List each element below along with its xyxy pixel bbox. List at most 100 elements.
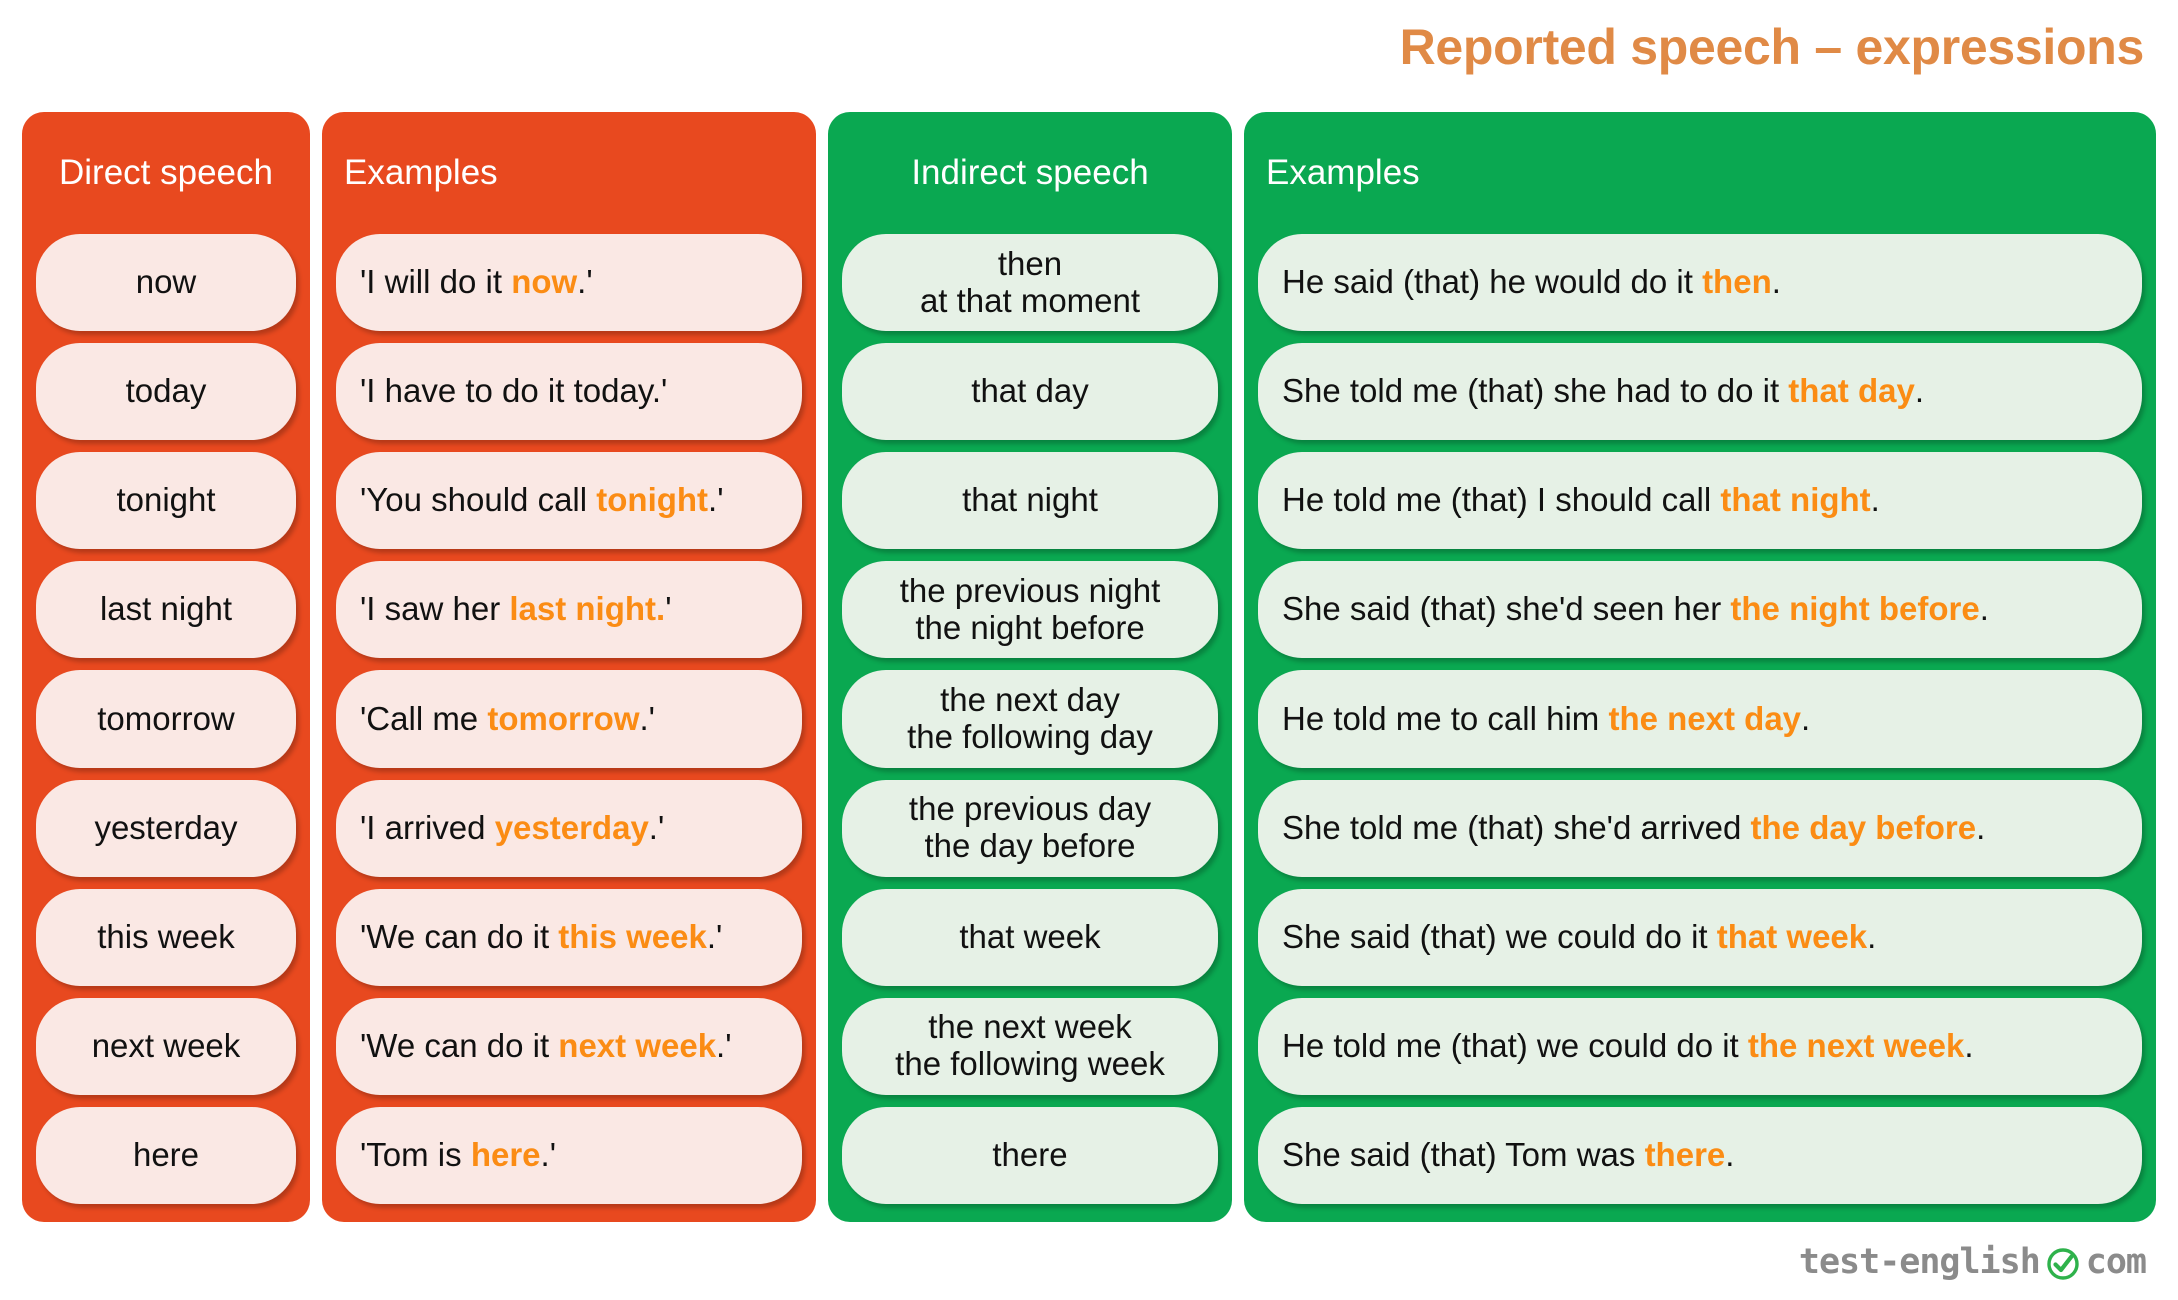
indirect-speech-cell: the next day the following day [842,670,1218,768]
cell-text: the previous day the day before [842,790,1218,865]
cell-line: the following day [907,717,1153,755]
highlighted-expression: there [1644,1135,1726,1173]
direct-speech-cell: this week [36,888,296,986]
plain-text: . [1801,699,1811,737]
cell-text: He told me (that) I should call that nig… [1282,481,2142,519]
indirect-example-cell: He said (that) he would do it then. [1258,234,2142,332]
direct-speech-cell: now [36,234,296,332]
plain-text: . [1964,1026,1974,1064]
logo-text-right: com [2085,1242,2147,1282]
cell-text: He told me to call him the next day. [1282,699,2142,738]
indirect-example-cell: He told me to call him the next day. [1258,670,2142,768]
cell-line: the next week [928,1008,1132,1046]
highlighted-expression: next week [558,1026,717,1064]
plain-text: She told me (that) she had to do it [1282,372,1789,410]
cell-text: tonight [36,481,296,519]
cell-text: there [842,1135,1218,1174]
plain-text: He said (that) he would do it [1282,263,1703,301]
direct-example-cell: 'I arrived yesterday.' [336,779,802,877]
site-logo[interactable]: test-english com [1798,1242,2147,1282]
plain-text: She told me (that) she'd arrived [1282,808,1751,846]
cell-line: the next day [940,681,1120,719]
plain-text: . [1870,481,1880,519]
plain-text: He told me to call him [1282,699,1609,737]
indirect-example-cell: She said (that) we could do it that week… [1258,888,2142,986]
plain-text: . [1867,917,1877,955]
cell-text: here [36,1135,296,1174]
direct-example-cell: 'Tom is here.' [336,1106,802,1204]
cell-text: that night [842,481,1218,519]
indirect-speech-cell: the next week the following week [842,997,1218,1095]
plain-text: . [1914,372,1924,410]
cell-text: 'I arrived yesterday.' [360,808,802,847]
highlighted-expression: the night before [1730,590,1980,628]
indirect-speech-cell: the previous day the day before [842,779,1218,877]
plain-text: 'We can do it [360,917,559,955]
plain-text: .' [716,1026,732,1064]
plain-text: He told me (that) we could do it [1282,1026,1748,1064]
indirect-speech-cell: then at that moment [842,234,1218,332]
indirect-example-cell: He told me (that) I should call that nig… [1258,452,2142,550]
highlighted-expression: then [1702,263,1772,301]
highlighted-expression: this week [558,917,707,955]
direct-speech-panel: Direct speech now today tonight last night t… [22,112,310,1222]
plain-text: 'I will do it [360,263,512,301]
cell-text: He told me (that) we could do it the nex… [1282,1026,2142,1065]
cell-line: at that moment [919,281,1141,319]
cell-line: this week [97,917,235,955]
cell-text: 'Call me tomorrow.' [360,699,802,738]
cell-line: that night [962,481,1098,519]
indirect-speech-cell: there [842,1106,1218,1204]
direct-examples-panel: Examples 'I will do it now.' 'I have to d… [322,112,816,1222]
direct-speech-cell: today [36,343,296,441]
indirect-speech-cell: that week [842,888,1218,986]
cell-line: the previous day [908,790,1152,828]
direct-speech-cell: tomorrow [36,670,296,768]
cell-text: the next week the following week [842,1008,1218,1083]
indirect-examples-header: Examples [1266,153,1420,192]
direct-example-cell: 'I have to do it today.' [336,343,802,441]
cell-line: tonight [116,481,216,519]
cell-text: 'You should call tonight.' [360,481,802,519]
logo-text-left: test-english [1798,1242,2041,1282]
cell-text: the next day the following day [842,681,1218,756]
infographic-page: Reported speech – expressions Direct spe… [0,0,2178,1300]
direct-example-cell: 'I saw her last night.' [336,561,802,659]
cell-text: 'I saw her last night.' [360,590,802,628]
cell-line: next week [91,1026,241,1064]
plain-text: .' [648,808,665,846]
cell-text: the previous night the night before [842,572,1218,647]
plain-text: She said (that) she'd seen her [1282,590,1731,628]
plain-text: 'Call me [360,699,488,737]
plain-text: 'We can do it [360,1026,559,1064]
indirect-examples-panel: Examples He said (that) he would do it t… [1244,112,2156,1222]
cell-text: 'I have to do it today.' [360,372,802,410]
cell-line: that week [959,917,1101,955]
cell-line: today [125,372,207,410]
cell-text: next week [36,1026,296,1065]
direct-example-cell: 'You should call tonight.' [336,452,802,550]
plain-text: . [1771,263,1781,301]
cell-text: this week [36,917,296,956]
plain-text: .' [708,481,724,519]
highlighted-expression: here [470,1135,541,1173]
indirect-speech-cell: that night [842,452,1218,550]
plain-text: . [1725,1135,1735,1173]
plain-text: He told me (that) I should call [1282,481,1721,519]
cell-line: tomorrow [97,699,235,737]
indirect-example-cell: She said (that) Tom was there. [1258,1106,2142,1204]
cell-line: there [992,1135,1068,1173]
cell-text: She said (that) she'd seen her the night… [1282,590,2142,628]
cell-line: here [132,1135,200,1173]
direct-speech-cell: yesterday [36,779,296,877]
cell-text: He said (that) he would do it then. [1282,263,2142,301]
indirect-example-cell: He told me (that) we could do it the nex… [1258,997,2142,1095]
cell-line: now [135,263,197,301]
plain-text: 'I saw her [360,590,510,628]
plain-text: . [1976,808,1986,846]
plain-text: 'You should call [360,481,597,519]
indirect-example-cell: She told me (that) she'd arrived the day… [1258,779,2142,877]
cell-text: She told me (that) she'd arrived the day… [1282,808,2142,847]
plain-text: .' [540,1135,556,1173]
comparison-board: Direct speech now today tonight last night t… [22,112,2156,1222]
